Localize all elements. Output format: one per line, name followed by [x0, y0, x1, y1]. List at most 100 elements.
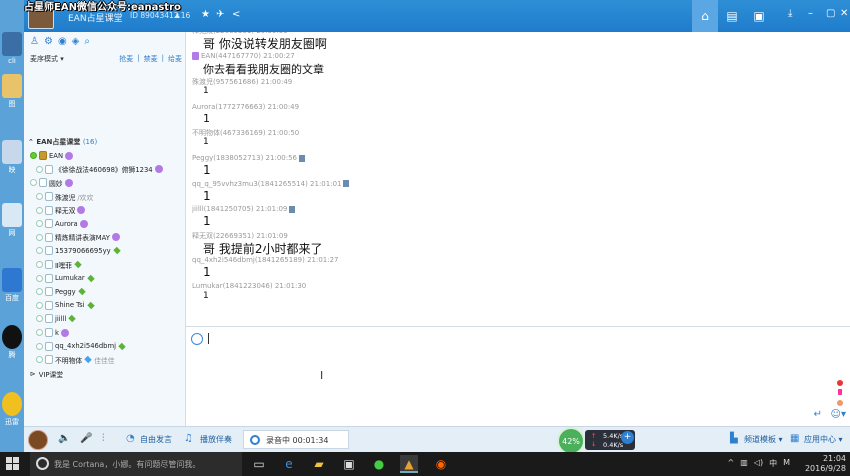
give-mic-link[interactable]: 给麦 [168, 54, 182, 64]
member-name: jiilll [55, 314, 67, 323]
board-nav-button[interactable]: ▤ [719, 0, 745, 32]
message-sender[interactable]: 释无双(22669351) [192, 232, 254, 240]
send-icon[interactable]: ↵ [814, 409, 822, 420]
message-sender[interactable]: 不明物体(467336169) [192, 129, 266, 137]
member-group-header[interactable]: ⌃ EAN占星课堂 (16) [28, 137, 97, 147]
tray-chevron-icon[interactable]: ^ [728, 458, 735, 469]
member-row[interactable]: 圆妙 [30, 176, 182, 190]
channel-template-button[interactable]: 频道模板 ▾ [744, 434, 783, 445]
message-sender[interactable]: jiilll(1841250705) [192, 205, 254, 213]
member-avatar-icon [45, 205, 53, 215]
member-name: 精炼精讲表演MAY [55, 234, 110, 243]
text-caret [208, 333, 209, 344]
message-sender[interactable]: qq_q_95vvhz3mu3(1841265514) [192, 180, 308, 188]
message-sender[interactable]: qq_4xh2i546dbmj(1841265189) [192, 256, 305, 264]
mic-mode-select[interactable]: 麦序模式 ▾ [30, 54, 64, 64]
member-row[interactable]: EAN [30, 149, 182, 163]
desktop-icon-label: 图 [8, 100, 16, 108]
message-sender[interactable]: 殊渡児(957561686) [192, 78, 259, 86]
restore-button[interactable]: ▢ [826, 8, 835, 19]
member-note: /欢欢 [77, 193, 94, 202]
member-row[interactable]: qq_4xh2i546dbmj [30, 339, 182, 353]
microphone-icon[interactable]: 🎤 [80, 433, 92, 444]
member-row[interactable]: Shine Tsi [30, 299, 182, 313]
message-sender[interactable]: Peggy(1838052713) [192, 154, 263, 162]
member-row[interactable]: 殊渡児/欢欢 [30, 190, 182, 204]
store-icon[interactable]: ▣ [340, 455, 358, 473]
vip-badge-icon [65, 151, 74, 160]
location-icon[interactable]: ◉ [58, 36, 67, 47]
desktop-icon-6[interactable] [2, 325, 22, 349]
home-nav-button[interactable]: ⌂ [692, 0, 718, 32]
member-row[interactable]: 释无双 [30, 203, 182, 217]
voice-input-icon[interactable] [191, 333, 203, 345]
message-input-area[interactable]: I ↵ ☺▾ [186, 326, 850, 426]
member-row[interactable]: Peggy [30, 285, 182, 299]
user-avatar[interactable] [28, 430, 48, 450]
minimize-button[interactable]: – [808, 8, 813, 19]
close-button[interactable]: ✕ [840, 8, 848, 19]
windows-start-icon[interactable] [6, 457, 20, 471]
member-avatar-icon [45, 287, 53, 297]
green-app-icon[interactable]: ● [370, 455, 388, 473]
speed-boost-button[interactable]: + [621, 431, 634, 444]
desktop-icon-3[interactable] [2, 140, 22, 164]
tag-icon[interactable]: ◈ [72, 36, 80, 47]
yy-app-icon[interactable]: ▲ [400, 455, 418, 473]
tray-m-icon[interactable]: M [783, 458, 790, 469]
mixer-icon[interactable]: ⫶ [102, 433, 105, 444]
system-clock[interactable]: 21:04 2016/9/28 [794, 454, 846, 474]
member-name: Peggy [55, 287, 76, 296]
gallery-nav-button[interactable]: ▣ [746, 0, 772, 32]
gift-float-icon[interactable] [834, 379, 846, 409]
chat-messages[interactable]: 释无双(22669351) 20:59:55哥 你没说转发朋友圈啊EAN(447… [186, 32, 850, 326]
up-down-arrows-icon: ↑ ↓ [591, 432, 597, 448]
ban-mic-link[interactable]: 禁麦 [144, 54, 158, 64]
free-speak-button[interactable]: 自由发言 [140, 434, 172, 445]
member-row[interactable]: Aurora [30, 217, 182, 231]
emoji-icon[interactable]: ☺▾ [831, 409, 846, 420]
cortana-search-box[interactable]: 我是 Cortana，小娜。有问题尽管问我。 [30, 452, 242, 476]
tray-network-icon[interactable]: ▥ [740, 458, 748, 469]
member-row[interactable]: 不明物体 佳佳佳 [30, 353, 182, 367]
message-sender[interactable]: Aurora(1772776663) [192, 103, 265, 111]
network-speed-gauge[interactable]: 42% [557, 427, 585, 455]
member-row[interactable]: 《徐徐战法460698》俯狮1234 [30, 163, 182, 177]
member-row[interactable]: Ⅱ嘿菲 [30, 258, 182, 272]
member-row[interactable]: k [30, 326, 182, 340]
message-sender[interactable]: EAN(447167770) [201, 52, 261, 60]
members-icon[interactable]: ♙ [30, 36, 39, 47]
desktop-icon-5[interactable] [2, 268, 22, 292]
download-icon[interactable]: ⤓ [788, 8, 792, 19]
message-sender[interactable]: Lumukar(1841223046) [192, 282, 273, 290]
member-avatar-icon [45, 314, 53, 324]
member-row[interactable]: 精炼精讲表演MAY [30, 231, 182, 245]
desktop-icon-1[interactable] [2, 32, 22, 56]
message-text: 你去看看我朋友圈的文章 [203, 62, 324, 76]
message-text: 1 [203, 265, 211, 280]
plane-icon[interactable]: ✈ [216, 9, 224, 20]
orange-app-icon[interactable]: ◉ [432, 455, 450, 473]
search-icon[interactable]: ⌕ [84, 36, 90, 47]
desktop-icon-2[interactable] [2, 74, 22, 98]
settings-icon[interactable]: ⚙ [44, 36, 53, 47]
grab-mic-link[interactable]: 抢麦 [119, 54, 133, 64]
tray-speaker-icon[interactable]: ◁) [754, 458, 763, 469]
app-center-button[interactable]: 应用中心 ▾ [804, 434, 843, 445]
task-view-icon[interactable]: ▭ [250, 455, 268, 473]
vip-group-row[interactable]: ⊳ VIP课堂 [30, 369, 182, 379]
file-explorer-icon[interactable]: ▰ [310, 455, 328, 473]
tray-ime-label[interactable]: 中 [769, 458, 777, 469]
desktop-icon-4[interactable] [2, 203, 22, 227]
desktop-icon-7[interactable] [2, 392, 22, 416]
green-diamond-icon [112, 247, 121, 255]
member-row[interactable]: jiilll [30, 312, 182, 326]
recording-indicator[interactable]: 录音中 00:01:34 [243, 430, 349, 449]
member-row[interactable]: 15379066695yy [30, 244, 182, 258]
star-icon[interactable]: ★ [201, 9, 210, 20]
speaker-icon[interactable]: 🔈 [58, 433, 70, 444]
edge-browser-icon[interactable]: e [280, 455, 298, 473]
member-row[interactable]: Lumukar [30, 271, 182, 285]
share-icon[interactable]: < [232, 9, 240, 20]
accompany-button[interactable]: 播放伴奏 [200, 434, 232, 445]
